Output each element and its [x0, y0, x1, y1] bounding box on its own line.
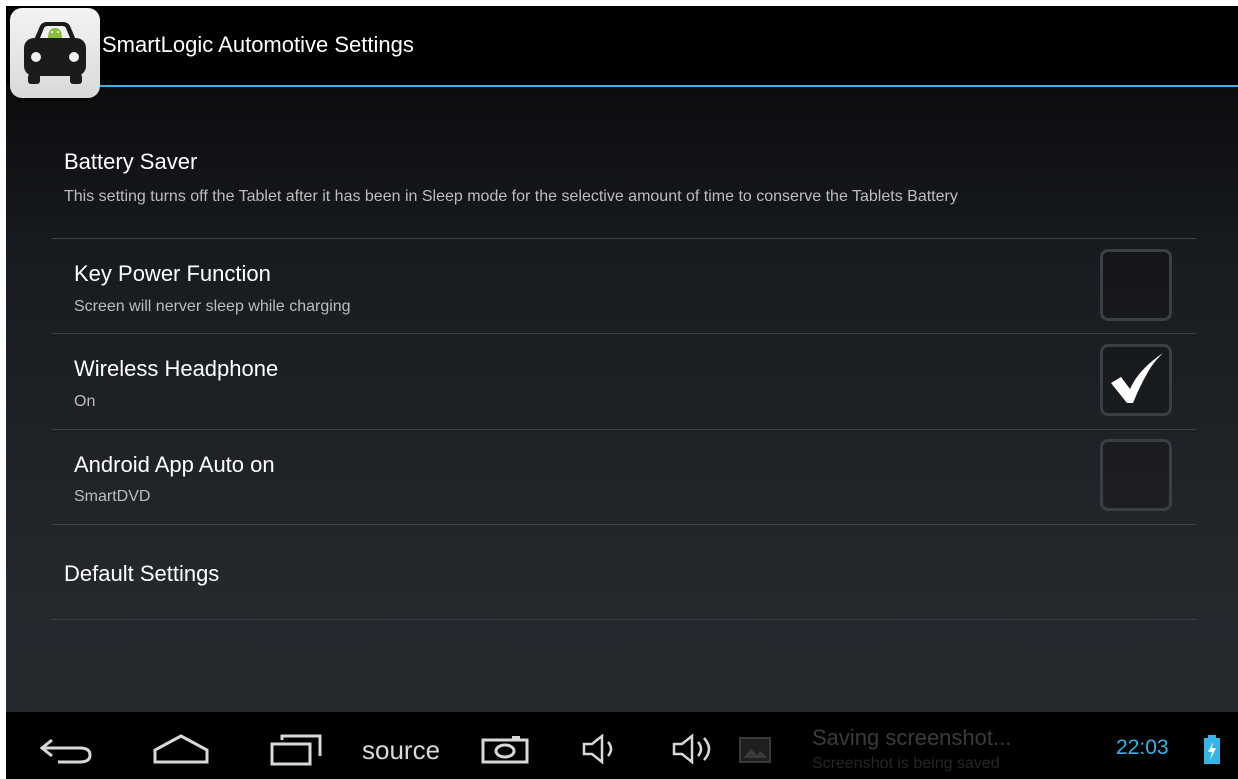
camera-icon[interactable] — [480, 734, 530, 764]
divider — [52, 429, 1196, 430]
pref-title: Default Settings — [64, 561, 220, 586]
gallery-icon — [739, 737, 771, 763]
app-title: SmartLogic Automotive Settings — [102, 32, 414, 57]
pref-title: Android App Auto on — [74, 452, 275, 477]
pref-summary: Screen will nerver sleep while charging — [74, 298, 351, 315]
car-app-icon[interactable] — [10, 8, 100, 98]
system-navigation-bar: source Saving screenshot... Screenshot i… — [6, 712, 1238, 779]
action-bar-divider — [100, 85, 1238, 87]
pref-summary: This setting turns off the Tablet after … — [64, 188, 958, 205]
volume-up-icon[interactable] — [670, 732, 718, 766]
wireless-headphone-checkbox[interactable] — [1100, 344, 1172, 416]
key-power-checkbox[interactable] — [1100, 249, 1172, 321]
pref-title: Battery Saver — [64, 149, 198, 174]
battery-charging-icon[interactable] — [1202, 734, 1222, 766]
divider — [52, 524, 1196, 525]
divider — [52, 238, 1196, 239]
divider — [52, 333, 1196, 334]
home-icon[interactable] — [151, 732, 211, 766]
pref-title: Wireless Headphone — [74, 356, 279, 381]
pref-summary: SmartDVD — [74, 488, 151, 505]
android-app-auto-checkbox[interactable] — [1100, 439, 1172, 511]
checkmark-icon — [1111, 353, 1163, 403]
settings-screen: SmartLogic Automotive Settings Battery S… — [6, 6, 1238, 779]
divider — [52, 619, 1196, 620]
back-icon[interactable] — [36, 734, 96, 764]
recent-apps-icon[interactable] — [268, 732, 324, 766]
volume-down-icon[interactable] — [580, 732, 620, 766]
action-bar: SmartLogic Automotive Settings — [6, 6, 1238, 98]
pref-summary: On — [74, 393, 96, 410]
pref-title: Key Power Function — [74, 261, 271, 286]
notification-title: Saving screenshot... — [812, 725, 1012, 750]
notification-text: Screenshot is being saved — [812, 755, 1000, 772]
source-button[interactable]: source — [362, 735, 440, 766]
status-clock[interactable]: 22:03 — [1116, 736, 1169, 760]
